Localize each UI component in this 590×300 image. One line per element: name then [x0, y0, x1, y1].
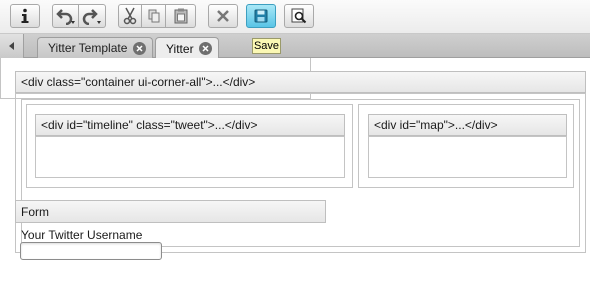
copy-button[interactable] — [142, 4, 166, 28]
copy-icon — [148, 9, 159, 23]
x-icon — [217, 10, 229, 22]
redo-icon — [82, 9, 101, 25]
container-element-header[interactable]: <div class="container ui-corner-all">...… — [15, 71, 586, 93]
clipboard-icon — [174, 8, 187, 24]
preview-icon — [291, 8, 307, 24]
info-button[interactable] — [10, 4, 40, 28]
form-header[interactable]: Form — [15, 200, 326, 223]
username-input[interactable] — [20, 242, 162, 260]
map-element[interactable] — [368, 136, 567, 178]
save-icon — [254, 9, 268, 23]
undo-button[interactable] — [52, 4, 79, 28]
tab-yitter-template[interactable]: Yitter Template — [37, 37, 153, 58]
save-tooltip: Save — [252, 38, 281, 54]
toolbar — [0, 0, 590, 34]
undo-icon — [55, 9, 75, 25]
delete-button[interactable] — [208, 4, 238, 28]
timeline-element-header[interactable]: <div id="timeline" class="tweet">...</di… — [35, 114, 345, 136]
scissors-icon — [123, 7, 137, 25]
tab-label: Yitter — [166, 41, 194, 56]
map-element-header[interactable]: <div id="map">...</div> — [368, 114, 567, 136]
close-icon — [202, 45, 209, 52]
save-button[interactable] — [246, 4, 276, 28]
tab-yitter[interactable]: Yitter — [155, 37, 219, 59]
tab-close-button[interactable] — [133, 41, 146, 55]
cut-button[interactable] — [118, 4, 142, 28]
design-canvas: <div class="container ui-corner-all">...… — [0, 58, 590, 300]
tab-label: Yitter Template — [48, 41, 128, 55]
username-label: Your Twitter Username — [21, 228, 143, 242]
tab-bar: Yitter Template Yitter — [0, 34, 590, 59]
info-icon — [21, 8, 29, 23]
tab-scroll-left-button[interactable] — [0, 34, 24, 58]
preview-button[interactable] — [284, 4, 314, 28]
tab-close-button[interactable] — [199, 42, 212, 55]
close-icon — [136, 44, 143, 52]
paste-button[interactable] — [166, 4, 196, 28]
redo-button[interactable] — [79, 4, 106, 28]
timeline-element[interactable] — [35, 136, 345, 178]
chevron-left-icon — [8, 42, 14, 50]
